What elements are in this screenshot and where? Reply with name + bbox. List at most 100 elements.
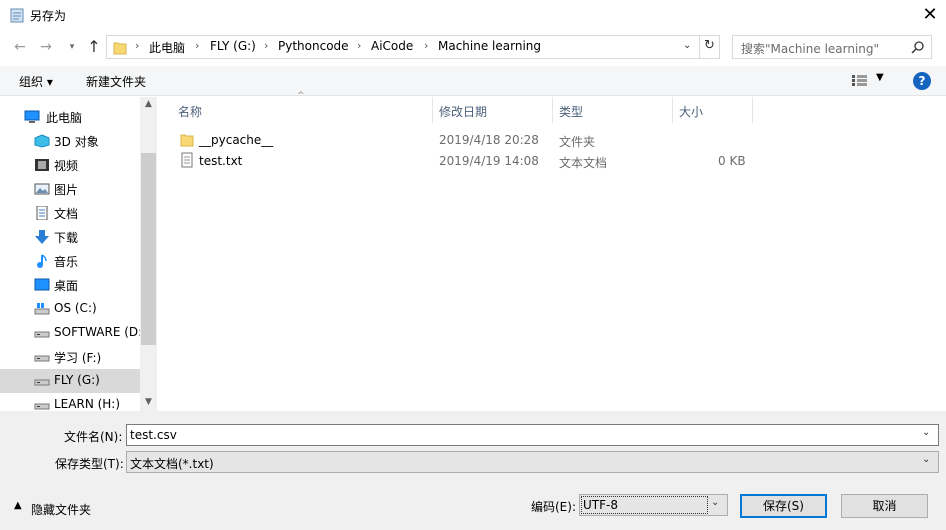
- sidebar-item-os-c[interactable]: OS (C:): [0, 297, 140, 321]
- breadcrumb-fly-drive[interactable]: FLY (G:): [210, 39, 256, 53]
- save-button[interactable]: 保存(S): [740, 494, 827, 518]
- sidebar-item-label: 图片: [54, 183, 79, 197]
- sidebar-item-label: 视频: [54, 159, 79, 173]
- cancel-button[interactable]: 取消: [841, 494, 928, 518]
- scrollbar-thumb[interactable]: [141, 153, 156, 345]
- text-file-icon: [181, 152, 193, 168]
- scroll-down-icon[interactable]: ▼: [141, 397, 156, 411]
- sidebar-item-3d-objects[interactable]: 3D 对象: [0, 129, 140, 153]
- sidebar-item-label: 3D 对象: [54, 135, 99, 149]
- music-icon: [37, 254, 47, 268]
- folder-icon: [180, 134, 194, 147]
- drive-icon: [34, 355, 50, 362]
- divider: [699, 36, 700, 58]
- desktop-icon: [34, 278, 50, 291]
- video-icon: [35, 159, 49, 171]
- sidebar-item-study-f[interactable]: 学习 (F:): [0, 345, 140, 369]
- sidebar-item-label: 桌面: [54, 279, 79, 293]
- chevron-down-icon[interactable]: ⌄: [922, 427, 930, 438]
- column-header-name[interactable]: 名称: [178, 103, 202, 129]
- encoding-label: 编码(E):: [531, 500, 576, 514]
- chevron-right-icon: ›: [357, 39, 362, 52]
- navigation-pane: 此电脑 3D 对象 视频 图片 文档 下载 音乐 桌面 OS (C:) SOFT…: [0, 97, 157, 411]
- column-header-type[interactable]: 类型: [559, 103, 583, 129]
- back-button[interactable]: ←: [10, 37, 30, 57]
- sidebar-item-label: 文档: [54, 207, 79, 221]
- sidebar-item-videos[interactable]: 视频: [0, 153, 140, 177]
- column-divider: [432, 97, 433, 123]
- sidebar-item-label: 下载: [54, 231, 79, 245]
- computer-icon: [24, 110, 40, 123]
- scroll-up-icon[interactable]: ▲: [141, 99, 156, 113]
- column-divider: [672, 97, 673, 123]
- refresh-icon[interactable]: ↻: [704, 38, 715, 53]
- sidebar-item-this-pc[interactable]: 此电脑: [0, 105, 140, 129]
- address-bar[interactable]: › 此电脑 › FLY (G:) › Pythoncode › AiCode ›…: [106, 35, 720, 59]
- sidebar-item-documents[interactable]: 文档: [0, 201, 140, 225]
- file-row[interactable]: test.txt 2019/4/19 14:08 文本文档 0 KB: [170, 151, 760, 171]
- windows-drive-icon: [34, 303, 50, 315]
- sidebar-item-label: FLY (G:): [54, 373, 100, 387]
- close-button[interactable]: ✕: [918, 4, 942, 26]
- search-placeholder: 搜索"Machine learning": [741, 42, 880, 56]
- filename-value: test.csv: [130, 428, 177, 442]
- folder-icon: [113, 42, 127, 55]
- drive-icon: [34, 403, 50, 410]
- filename-label: 文件名(N):: [64, 430, 123, 444]
- view-dropdown-chevron-icon[interactable]: ▼: [876, 72, 884, 83]
- chevron-down-icon[interactable]: ⌄: [683, 40, 691, 51]
- sidebar-item-desktop[interactable]: 桌面: [0, 273, 140, 297]
- hide-folders-toggle[interactable]: 隐藏文件夹: [31, 501, 91, 518]
- file-row[interactable]: __pycache__ 2019/4/18 20:28 文件夹: [170, 130, 760, 150]
- filetype-label: 保存类型(T):: [55, 457, 124, 471]
- filetype-select[interactable]: 文本文档(*.txt) ⌄: [126, 451, 939, 473]
- sidebar-item-label: 学习 (F:): [54, 351, 102, 365]
- breadcrumb-machine-learning[interactable]: Machine learning: [438, 39, 541, 53]
- organize-menu[interactable]: 组织 ▾: [19, 73, 53, 90]
- sidebar-item-label: SOFTWARE (D:: [54, 325, 143, 339]
- drive-icon: [34, 379, 50, 386]
- cube-3d-icon: [34, 134, 50, 148]
- column-divider: [752, 97, 753, 123]
- toolbar: 组织 ▾ 新建文件夹 ▼ ?: [0, 66, 946, 96]
- file-date: 2019/4/19 14:08: [439, 154, 539, 168]
- chevron-right-icon: ›: [424, 39, 429, 52]
- filename-input[interactable]: test.csv ⌄: [126, 424, 939, 446]
- chevron-up-icon[interactable]: ▲: [14, 500, 22, 511]
- sidebar-item-music[interactable]: 音乐: [0, 249, 140, 273]
- help-icon[interactable]: ?: [913, 72, 931, 90]
- sidebar-item-fly-g[interactable]: FLY (G:): [0, 369, 140, 393]
- drive-icon: [34, 331, 50, 338]
- sidebar-item-software-d[interactable]: SOFTWARE (D:: [0, 321, 143, 345]
- file-type: 文件夹: [559, 135, 596, 149]
- breadcrumb-pythoncode[interactable]: Pythoncode: [278, 39, 349, 53]
- window-title: 另存为: [30, 9, 67, 23]
- file-name: __pycache__: [199, 133, 274, 147]
- download-icon: [35, 230, 49, 244]
- sidebar-item-label: LEARN (H:): [54, 397, 121, 411]
- column-header-size[interactable]: 大小: [679, 103, 703, 129]
- forward-button[interactable]: →: [36, 37, 56, 57]
- recent-locations-chevron-icon[interactable]: ▾: [62, 37, 82, 57]
- file-type: 文本文档: [559, 156, 608, 170]
- breadcrumb-this-pc[interactable]: 此电脑: [149, 39, 185, 56]
- sidebar-item-learn-h[interactable]: LEARN (H:): [0, 393, 140, 411]
- file-date: 2019/4/18 20:28: [439, 133, 539, 147]
- sidebar-item-downloads[interactable]: 下载: [0, 225, 140, 249]
- chevron-down-icon: ⌄: [711, 497, 720, 508]
- up-button[interactable]: ↑: [84, 37, 104, 57]
- breadcrumb-aicode[interactable]: AiCode: [371, 39, 413, 53]
- picture-icon: [34, 183, 50, 195]
- document-icon: [36, 206, 48, 220]
- new-folder-button[interactable]: 新建文件夹: [86, 73, 146, 90]
- encoding-value: UTF-8: [583, 498, 618, 512]
- chevron-right-icon: ›: [195, 39, 200, 52]
- chevron-down-icon: ⌄: [922, 454, 931, 465]
- search-box[interactable]: 搜索"Machine learning": [732, 35, 932, 59]
- notepad-icon: [10, 8, 24, 23]
- sidebar-item-label: 此电脑: [46, 111, 83, 125]
- column-header-date[interactable]: 修改日期: [439, 103, 487, 129]
- encoding-select[interactable]: UTF-8 ⌄: [579, 494, 728, 516]
- view-options-icon[interactable]: [851, 74, 869, 87]
- sidebar-item-pictures[interactable]: 图片: [0, 177, 140, 201]
